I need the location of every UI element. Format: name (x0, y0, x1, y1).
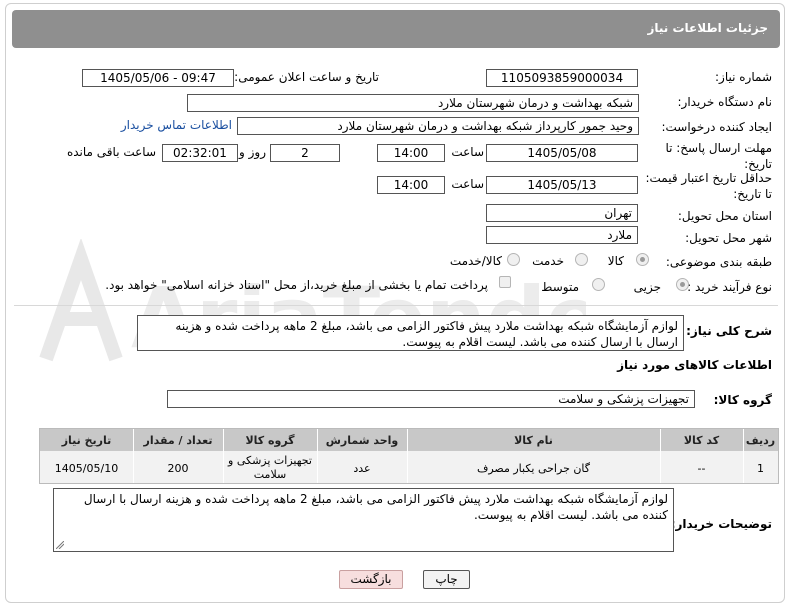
need-details-panel: AriaTender.net جزئیات اطلاعات نیاز شماره… (5, 3, 785, 603)
buyer-notes-textarea[interactable]: لوازم آزمایشگاه شبکه بهداشت ملارد پیش فا… (53, 488, 674, 552)
category-radio-goods[interactable] (636, 253, 649, 266)
th-row-number: ردیف (745, 434, 776, 447)
goods-group-field: تجهیزات پزشکی و سلامت (167, 390, 695, 408)
cell-unit: عدد (353, 462, 371, 475)
category-label: طبقه بندی موضوعی: (665, 255, 772, 269)
category-radio-service[interactable] (575, 253, 588, 266)
province-label: استان محل تحویل: (677, 209, 772, 223)
requester-label: ایجاد کننده درخواست: (661, 120, 772, 134)
description-textarea[interactable]: لوازم آزمایشگاه شبکه بهداشت ملارد پیش فا… (137, 315, 684, 351)
description-label: شرح کلی نیاز: (686, 324, 772, 338)
province-field: تهران (486, 204, 638, 222)
cell-row-number: 1 (757, 462, 764, 475)
price-validity-label: حداقل تاریخ اعتبار قیمت: تا تاریخ: (645, 171, 772, 201)
category-option-service: خدمت (532, 254, 564, 268)
panel-title: جزئیات اطلاعات نیاز (647, 21, 768, 35)
reply-deadline-time-field: 14:00 (377, 144, 445, 162)
reply-days-field: 2 (270, 144, 340, 162)
reply-days-label: روز و (239, 145, 266, 159)
announce-datetime-label: تاریخ و ساعت اعلان عمومی: (234, 70, 379, 84)
city-field: ملارد (486, 226, 638, 244)
buyer-org-field: شبکه بهداشت و درمان شهرستان ملارد (187, 94, 639, 112)
th-unit: واحد شمارش (325, 434, 399, 447)
th-goods-group: گروه کالا (245, 434, 295, 447)
reply-deadline-time-label: ساعت (451, 145, 484, 159)
print-button[interactable]: چاپ (423, 570, 470, 589)
remaining-time-field: 02:32:01 (162, 144, 238, 162)
purchase-type-option-medium: متوسط (541, 280, 579, 294)
reply-deadline-date-field: 1405/05/08 (486, 144, 638, 162)
divider (14, 305, 778, 306)
treasury-checkbox[interactable] (499, 276, 511, 288)
treasury-note: پرداخت تمام یا بخشی از مبلغ خرید،از محل … (105, 278, 488, 292)
city-label: شهر محل تحویل: (685, 231, 772, 245)
category-radio-goods-service[interactable] (507, 253, 520, 266)
announce-datetime-field: 1405/05/06 - 09:47 (82, 69, 234, 87)
reply-deadline-label: مهلت ارسال پاسخ: تا تاریخ: (665, 141, 772, 171)
purchase-type-label: نوع فرآیند خرید : (687, 280, 772, 294)
buyer-notes-text: لوازم آزمایشگاه شبکه بهداشت ملارد پیش فا… (83, 492, 668, 522)
buyer-contact-link[interactable]: اطلاعات تماس خریدار (121, 118, 232, 132)
cell-need-date: 1405/05/10 (54, 462, 119, 475)
need-number-field: 1105093859000034 (486, 69, 638, 87)
buyer-org-label: نام دستگاه خریدار: (677, 95, 773, 109)
cell-goods-code: -- (697, 462, 706, 475)
category-option-goods-service: کالا/خدمت (449, 254, 502, 268)
back-button[interactable]: بازگشت (339, 570, 403, 589)
remaining-time-label: ساعت باقی مانده (66, 145, 156, 159)
resize-grip-icon[interactable] (56, 541, 64, 549)
cell-goods-name: گان جراحی یکبار مصرف (476, 462, 591, 475)
need-number-label: شماره نیاز: (715, 70, 772, 84)
requester-field: وحید جمور کارپرداز شبکه بهداشت و درمان ش… (237, 117, 639, 135)
cell-goods-group: تجهیزات پزشکی و سلامت (228, 454, 312, 481)
price-validity-time-field: 14:00 (377, 176, 445, 194)
watermark-logo-icon (39, 239, 123, 362)
th-quantity: تعداد / مقدار (143, 434, 213, 447)
cell-quantity: 200 (167, 462, 189, 475)
goods-table: ردیف کد کالا نام کالا واحد شمارش گروه کا… (39, 428, 779, 484)
purchase-type-option-minor: جزیی (633, 280, 661, 294)
buyer-notes-label: توضیحات خریدار: (670, 517, 772, 531)
purchase-type-radio-medium[interactable] (592, 278, 605, 291)
goods-info-title: اطلاعات کالاهای مورد نیاز (617, 358, 772, 372)
purchase-type-radio-minor[interactable] (676, 278, 689, 291)
price-validity-date-field: 1405/05/13 (486, 176, 638, 194)
category-option-goods: کالا (607, 254, 624, 268)
panel-header: جزئیات اطلاعات نیاز (12, 10, 780, 48)
th-goods-name: نام کالا (514, 434, 553, 447)
goods-group-label: گروه کالا: (713, 393, 772, 407)
th-goods-code: کد کالا (683, 434, 720, 447)
price-validity-time-label: ساعت (451, 177, 484, 191)
th-need-date: تاریخ نیاز (61, 434, 112, 447)
